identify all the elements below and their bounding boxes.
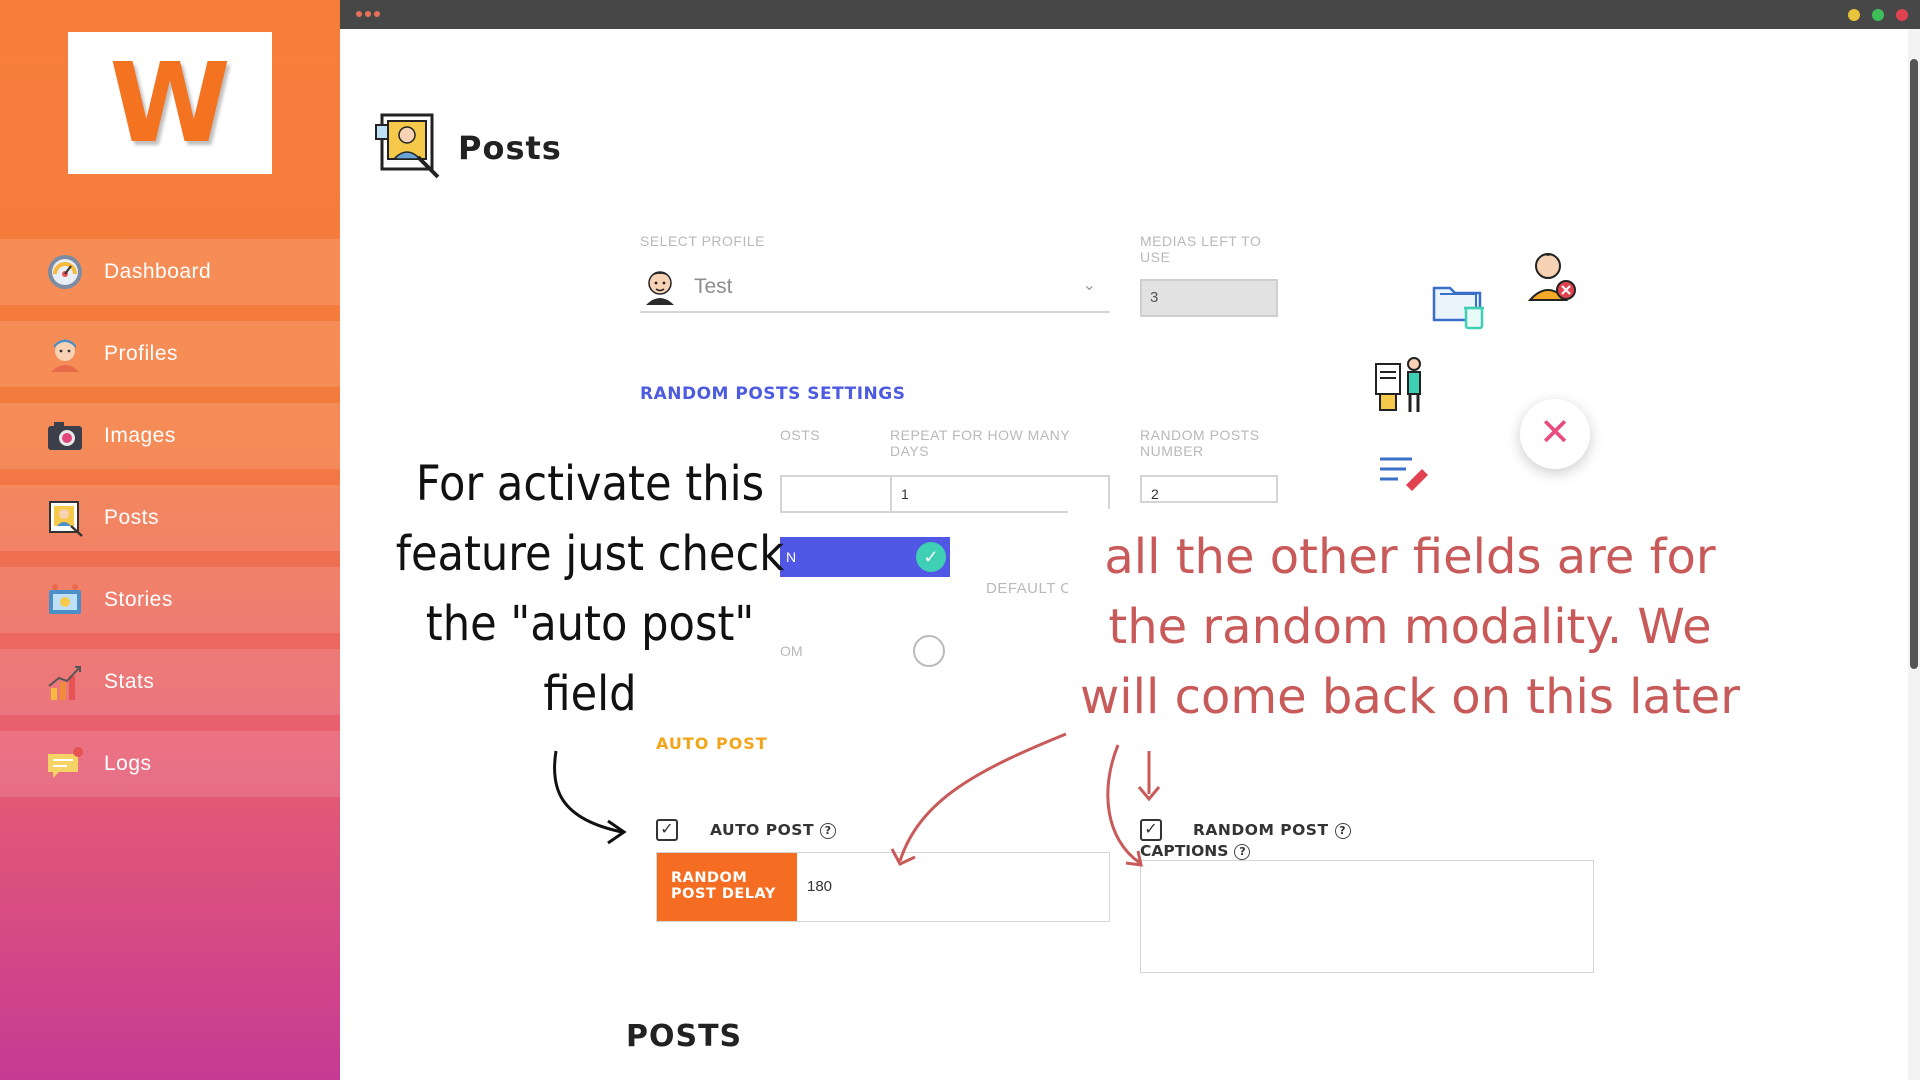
- repeat-days-label: REPEAT FOR HOW MANY DAYS: [890, 427, 1070, 459]
- page-title: Posts: [458, 128, 562, 167]
- user-remove-icon[interactable]: [1522, 244, 1582, 309]
- minimize-icon[interactable]: [1848, 9, 1860, 21]
- edit-list-icon[interactable]: [1376, 449, 1436, 496]
- user-avatar-icon: [44, 333, 86, 375]
- red-arrow-1: [898, 732, 1067, 862]
- close-window-icon[interactable]: [1896, 9, 1908, 21]
- sidebar-item-label: Stories: [104, 588, 173, 611]
- sidebar-item-label: Stats: [104, 670, 155, 693]
- check-icon: ✓: [916, 542, 946, 572]
- maximize-icon[interactable]: [1872, 9, 1884, 21]
- random-post-checkbox[interactable]: ✓: [1140, 819, 1162, 841]
- sidebar-item-label: Dashboard: [104, 260, 212, 283]
- help-icon[interactable]: ?: [1234, 843, 1251, 860]
- sidebar-item-label: Posts: [104, 506, 160, 529]
- select-profile-label: SELECT PROFILE: [640, 233, 766, 249]
- random-mode-toggle[interactable]: N ✓: [780, 537, 950, 577]
- red-arrow-2: [1106, 744, 1141, 865]
- auto-post-section-title: AUTO POST: [656, 734, 768, 753]
- red-arrow-3-head: [1137, 786, 1161, 802]
- annotation-right: all the other fields are for the random …: [1080, 529, 1740, 725]
- sidebar-item-label: Logs: [104, 752, 152, 775]
- scrollbar[interactable]: [1908, 29, 1920, 1080]
- medias-left-field: 3: [1140, 279, 1278, 317]
- captions-text: CAPTIONS: [1140, 842, 1229, 860]
- folder-delete-icon[interactable]: [1430, 274, 1490, 339]
- random-posts-settings-title: RANDOM POSTS SETTINGS: [640, 384, 906, 404]
- presentation-user-icon[interactable]: [1372, 354, 1432, 421]
- sidebar-item-posts[interactable]: Posts: [0, 485, 340, 551]
- auto-post-checkbox[interactable]: ✓: [656, 819, 678, 841]
- help-icon[interactable]: ?: [1334, 822, 1351, 839]
- sidebar: W Dashboard Profiles Images Posts Storie…: [0, 0, 340, 1080]
- posts-count-field[interactable]: [780, 475, 900, 513]
- captions-label: CAPTIONS?: [1140, 842, 1251, 860]
- random-posts-number-label: RANDOM POSTS NUMBER: [1140, 427, 1260, 459]
- sidebar-item-images[interactable]: Images: [0, 403, 340, 469]
- help-icon[interactable]: ?: [820, 822, 837, 839]
- main-content: Posts SELECT PROFILE Test ⌄ MEDIAS LEFT …: [340, 29, 1908, 1080]
- repeat-days-field[interactable]: 1: [890, 475, 1110, 513]
- page-header: Posts: [372, 109, 562, 186]
- random-post-delay-label: RANDOM POST DELAY: [657, 853, 797, 921]
- auto-post-text: AUTO POST: [710, 821, 815, 839]
- medias-left-label: MEDIAS LEFT TO USE: [1140, 233, 1262, 265]
- posts-portrait-icon: [44, 497, 86, 539]
- posts-section-heading: POSTS: [626, 1019, 743, 1054]
- close-button[interactable]: ✕: [1520, 399, 1590, 469]
- sidebar-nav: Dashboard Profiles Images Posts Stories: [0, 239, 340, 813]
- profile-select-value: Test: [694, 275, 733, 298]
- chat-notification-icon: [44, 743, 86, 785]
- sidebar-item-logs[interactable]: Logs: [0, 731, 340, 797]
- profile-select[interactable]: Test ⌄: [640, 263, 1110, 313]
- sidebar-item-stories[interactable]: Stories: [0, 567, 340, 633]
- captions-textarea[interactable]: [1140, 860, 1594, 973]
- profile-avatar: [640, 265, 680, 310]
- window-controls: [1848, 9, 1908, 21]
- black-arrow: [553, 750, 623, 834]
- random-post-delay-group: RANDOM POST DELAY 180: [656, 852, 1110, 922]
- random-post-text: RANDOM POST: [1193, 821, 1329, 839]
- random-post-delay-field[interactable]: 180: [797, 853, 1109, 921]
- menu-dots-icon[interactable]: [356, 11, 380, 17]
- stories-icon: [44, 579, 86, 621]
- chevron-down-icon: ⌄: [1082, 277, 1096, 294]
- sidebar-item-dashboard[interactable]: Dashboard: [0, 239, 340, 305]
- random-option-radio[interactable]: [913, 635, 945, 667]
- auto-post-label: AUTO POST?: [710, 821, 837, 839]
- bar-chart-icon: [44, 661, 86, 703]
- random-post-label: RANDOM POST?: [1193, 821, 1351, 839]
- dashboard-gauge-icon: [44, 251, 86, 293]
- black-arrow-head: [607, 819, 627, 845]
- posts-portrait-icon: [372, 109, 444, 186]
- red-arrow-2-head: [1125, 850, 1143, 867]
- sidebar-item-profiles[interactable]: Profiles: [0, 321, 340, 387]
- logo-letter: W: [109, 39, 231, 167]
- default-option-label: DEFAULT C: [986, 580, 1072, 597]
- scrollbar-thumb[interactable]: [1910, 59, 1918, 669]
- logo[interactable]: W: [68, 32, 272, 174]
- sidebar-item-label: Images: [104, 424, 176, 447]
- sidebar-item-stats[interactable]: Stats: [0, 649, 340, 715]
- random-posts-number-field[interactable]: 2: [1140, 475, 1278, 503]
- browser-top-bar: [340, 0, 1920, 29]
- sidebar-item-label: Profiles: [104, 342, 179, 365]
- annotation-left: For activate this feature just check the…: [395, 456, 785, 722]
- posts-count-label: OSTS: [780, 427, 821, 443]
- camera-icon: [44, 415, 86, 457]
